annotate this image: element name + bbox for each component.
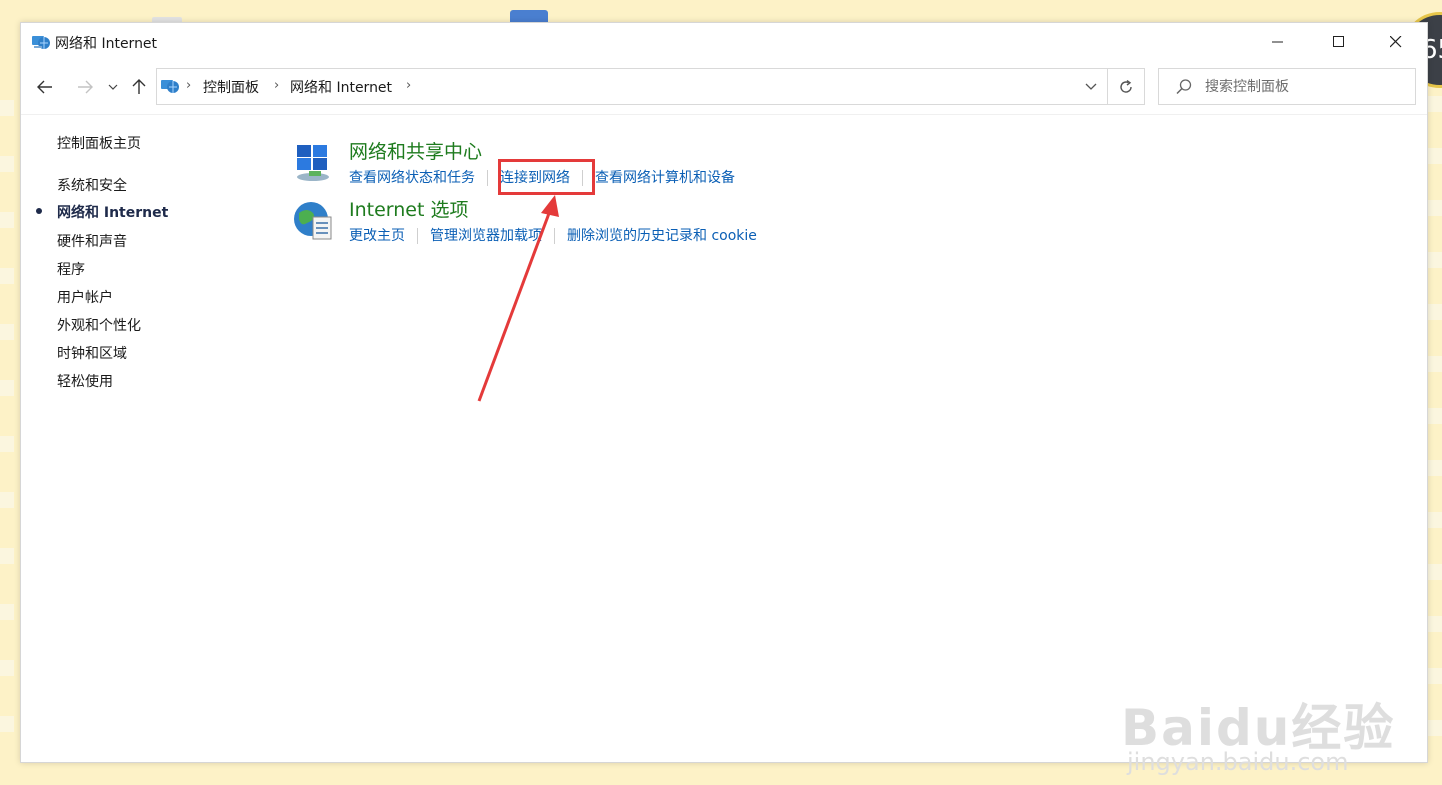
address-dropdown-button[interactable] (1077, 69, 1105, 104)
search-input[interactable] (1203, 75, 1407, 99)
sidebar-item-home[interactable]: 控制面板主页 (57, 133, 141, 153)
link-manage-addons[interactable]: 管理浏览器加载项 (430, 225, 542, 245)
search-icon (1176, 79, 1192, 95)
sidebar-item-network-internet[interactable]: 网络和 Internet (57, 202, 168, 222)
breadcrumb-chevron-icon[interactable]: › (274, 78, 279, 93)
content-divider (21, 114, 1427, 115)
category-title-network-sharing[interactable]: 网络和共享中心 (349, 137, 482, 164)
maximize-icon (1333, 36, 1344, 47)
desktop-edge-right (1428, 60, 1442, 760)
close-icon (1390, 36, 1402, 48)
active-bullet (36, 208, 42, 214)
breadcrumb-control-panel[interactable]: 控制面板 (203, 77, 259, 97)
link-view-network-status[interactable]: 查看网络状态和任务 (349, 167, 475, 187)
breadcrumb-chevron-icon[interactable]: › (406, 78, 411, 93)
sidebar-item-ease-of-access[interactable]: 轻松使用 (57, 371, 113, 391)
sidebar-item-hardware-sound[interactable]: 硬件和声音 (57, 231, 127, 251)
link-view-network-devices[interactable]: 查看网络计算机和设备 (595, 167, 735, 187)
address-bar[interactable]: › 控制面板 › 网络和 Internet › (156, 68, 1145, 105)
sidebar-item-user-accounts[interactable]: 用户帐户 (57, 287, 113, 307)
annotation-arrow (477, 195, 559, 402)
up-button[interactable] (127, 67, 151, 107)
navigation-bar: › 控制面板 › 网络和 Internet › (21, 67, 1427, 107)
watermark-url: jingyan.baidu.com (1127, 748, 1349, 776)
search-box[interactable] (1158, 68, 1416, 105)
sidebar-item-programs[interactable]: 程序 (57, 259, 85, 279)
sidebar-item-system-security[interactable]: 系统和安全 (57, 175, 127, 195)
link-separator (417, 228, 418, 244)
refresh-button[interactable] (1108, 69, 1144, 104)
breadcrumb-chevron-icon: › (186, 78, 192, 93)
link-change-homepage[interactable]: 更改主页 (349, 225, 405, 245)
category-links: 更改主页 管理浏览器加载项 删除浏览的历史记录和 cookie (349, 225, 757, 245)
sidebar-item-appearance[interactable]: 外观和个性化 (57, 315, 141, 335)
minimize-icon (1272, 41, 1283, 43)
recent-locations-button[interactable] (105, 67, 121, 107)
sidebar-item-clock-region[interactable]: 时钟和区域 (57, 343, 127, 363)
network-sharing-icon (297, 145, 329, 181)
category-title-internet-options[interactable]: Internet 选项 (349, 195, 468, 222)
forward-button[interactable] (71, 67, 99, 107)
close-button[interactable] (1373, 23, 1419, 61)
annotation-highlight-box (498, 159, 595, 195)
link-separator (554, 228, 555, 244)
internet-options-icon (294, 202, 332, 240)
forward-arrow-icon (78, 80, 93, 94)
breadcrumb-network-internet[interactable]: 网络和 Internet (290, 77, 392, 97)
control-panel-window: 网络和 Internet › 控制面板 › 网络和 Internet › 搜索控… (20, 22, 1428, 776)
maximize-button[interactable] (1316, 23, 1362, 61)
link-separator (487, 170, 488, 186)
desktop-edge-left (0, 60, 14, 760)
back-arrow-icon (37, 80, 52, 94)
up-arrow-icon (132, 79, 146, 94)
network-globe-icon (32, 36, 50, 49)
refresh-icon (1120, 79, 1132, 93)
window-title: 网络和 Internet (55, 36, 158, 52)
control-panel-icon (161, 80, 179, 93)
minimize-button[interactable] (1255, 23, 1301, 61)
back-button[interactable] (31, 67, 59, 107)
chevron-down-icon (1085, 83, 1097, 90)
title-bar: 网络和 Internet (21, 23, 1427, 61)
link-delete-history[interactable]: 删除浏览的历史记录和 cookie (567, 225, 757, 245)
chevron-down-icon (108, 84, 118, 90)
